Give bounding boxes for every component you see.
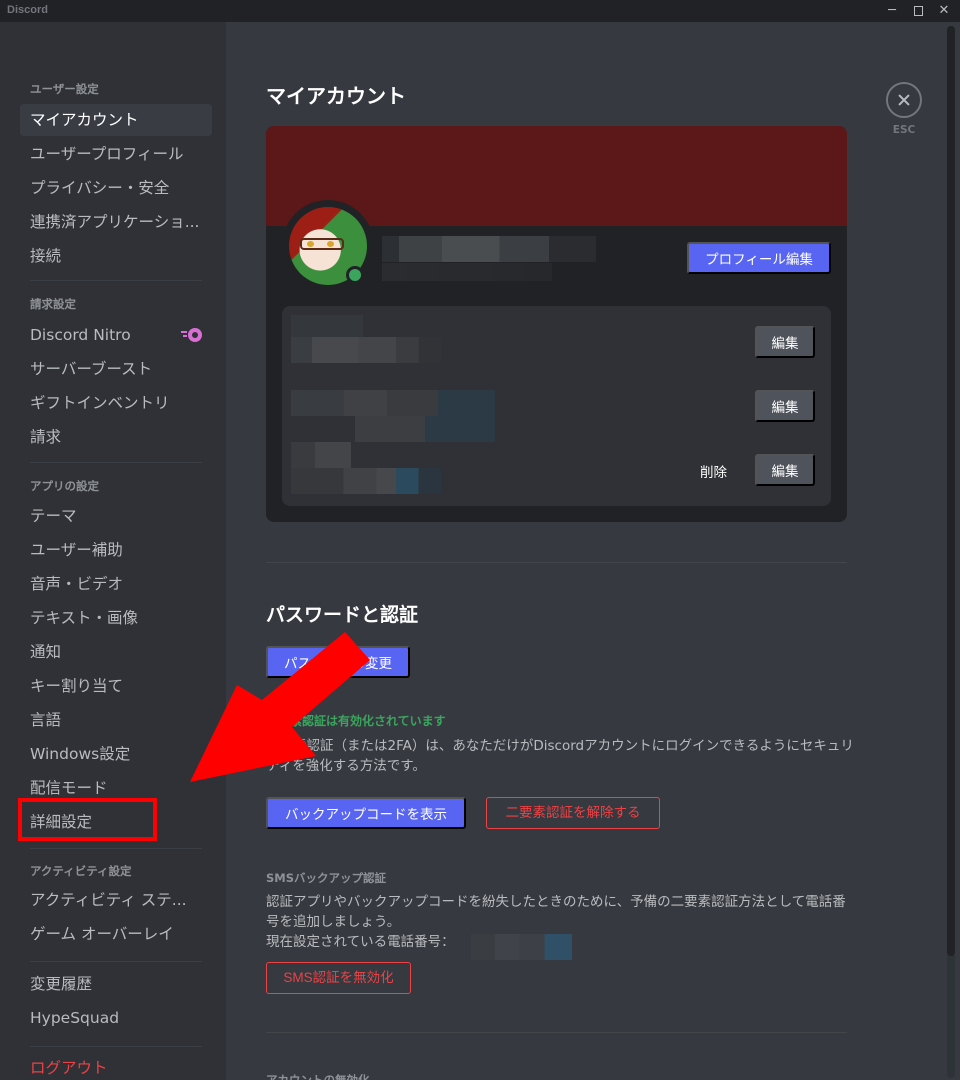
sidebar-item-discord-nitro[interactable]: Discord Nitro <box>20 319 212 351</box>
window-close-icon: ✕ <box>938 3 950 18</box>
sidebar-item-billing[interactable]: 請求 <box>20 421 212 453</box>
sidebar-header-app-settings: アプリの設定 <box>30 479 99 493</box>
sidebar-item-label: Discord Nitro <box>30 326 131 344</box>
sidebar-item-hypesquad[interactable]: HypeSquad <box>20 1002 212 1034</box>
edit-profile-button[interactable]: プロフィール編集 <box>687 242 831 274</box>
scrollbar-thumb[interactable] <box>947 26 955 956</box>
sidebar-header-activity-settings: アクティビティ設定 <box>30 864 132 878</box>
account-deactivation-title: アカウントの無効化 <box>266 1073 370 1080</box>
view-backup-codes-button[interactable]: バックアップコードを表示 <box>266 797 466 829</box>
phone-number-label: 現在設定されている電話番号： <box>266 934 455 950</box>
sidebar-item-theme[interactable]: テーマ <box>20 500 212 532</box>
sidebar-divider <box>30 961 202 962</box>
sidebar-item-gift-inventory[interactable]: ギフトインベントリ <box>20 387 212 419</box>
delete-field-link[interactable]: 削除 <box>700 461 727 481</box>
minimize-button[interactable]: ─ <box>880 2 904 20</box>
window-close-button[interactable]: ✕ <box>932 2 956 20</box>
online-status-icon <box>346 266 364 284</box>
usertag-redacted <box>382 263 552 281</box>
edit-field-button[interactable]: 編集 <box>755 390 815 422</box>
phone-number-redacted <box>462 934 572 960</box>
sidebar-item-keybinds[interactable]: キー割り当て <box>20 670 212 702</box>
sms-backup-description: 認証アプリやバックアップコードを紛失したときのために、予備の二要素認証方法として… <box>266 894 846 930</box>
close-settings[interactable]: ESC <box>886 82 922 136</box>
sidebar-item-authorized-apps[interactable]: 連携済アプリケーショ... <box>20 206 212 238</box>
sidebar-header-user-settings: ユーザー設定 <box>30 82 99 96</box>
sidebar-item-language[interactable]: 言語 <box>20 704 212 736</box>
sidebar-item-text-images[interactable]: テキスト・画像 <box>20 602 212 634</box>
sidebar-item-windows-settings[interactable]: Windows設定 <box>20 738 212 770</box>
disable-sms-button[interactable]: SMS認証を無効化 <box>266 962 411 994</box>
sidebar-item-activity-status[interactable]: アクティビティ ステ... <box>20 884 212 916</box>
minimize-icon: ─ <box>888 3 896 18</box>
sidebar-divider <box>30 1046 202 1047</box>
sidebar-item-connections[interactable]: 接続 <box>20 240 212 272</box>
field-value-redacted <box>355 416 495 442</box>
sidebar-item-game-overlay[interactable]: ゲーム オーバーレイ <box>20 918 212 950</box>
sidebar-divider <box>30 462 202 463</box>
change-password-button[interactable]: パスワードの変更 <box>266 646 410 678</box>
sidebar-item-accessibility[interactable]: ユーザー補助 <box>20 534 212 566</box>
sidebar-item-logout[interactable]: ログアウト <box>20 1052 212 1080</box>
section-divider <box>266 562 847 563</box>
edit-field-button[interactable]: 編集 <box>755 326 815 358</box>
maximize-icon <box>913 5 923 16</box>
field-value-redacted <box>291 468 441 494</box>
sidebar-item-my-account[interactable]: マイアカウント <box>20 104 212 136</box>
tfa-enabled-status: 二要素認証は有効化されています <box>266 714 446 728</box>
password-section-title: パスワードと認証 <box>266 604 419 626</box>
sidebar-item-server-boost[interactable]: サーバーブースト <box>20 353 212 385</box>
profile-card: プロフィール編集 編集 編集 削除 編集 <box>266 126 847 522</box>
sidebar-header-billing: 請求設定 <box>30 297 76 311</box>
sms-backup-title: SMSバックアップ認証 <box>266 871 387 885</box>
remove-2fa-button[interactable]: 二要素認証を解除する <box>486 797 660 829</box>
page-title: マイアカウント <box>266 84 406 108</box>
field-value-redacted <box>291 337 441 363</box>
username-redacted <box>382 236 596 262</box>
field-label-redacted <box>291 442 351 468</box>
sidebar-item-user-profile[interactable]: ユーザープロフィール <box>20 138 212 170</box>
avatar-wrapper[interactable] <box>282 200 374 292</box>
account-info-panel: 編集 編集 削除 編集 <box>282 306 831 506</box>
tfa-description: 二要素認証（または2FA）は、あなただけがDiscordアカウントにログインでき… <box>266 738 854 774</box>
nitro-icon <box>181 328 202 342</box>
app-name: Discord <box>7 4 48 16</box>
maximize-button[interactable] <box>906 2 930 20</box>
settings-sidebar: ユーザー設定 マイアカウント ユーザープロフィール プライバシー・安全 連携済ア… <box>0 22 226 1080</box>
section-divider <box>266 1032 847 1033</box>
annotation-highlight-box <box>18 798 157 841</box>
sidebar-item-change-log[interactable]: 変更履歴 <box>20 968 212 1000</box>
close-icon[interactable] <box>886 82 922 118</box>
sidebar-item-voice-video[interactable]: 音声・ビデオ <box>20 568 212 600</box>
sidebar-divider <box>30 848 202 849</box>
window-titlebar: Discord ─ ✕ <box>0 0 960 22</box>
esc-label: ESC <box>892 124 916 136</box>
sidebar-divider <box>30 280 202 281</box>
field-label-redacted <box>291 315 363 337</box>
settings-content: マイアカウント ESC プロフィール編集 編集 編集 削除 編集 パスワードと認… <box>226 22 960 1080</box>
sidebar-item-notifications[interactable]: 通知 <box>20 636 212 668</box>
sidebar-item-privacy-safety[interactable]: プライバシー・安全 <box>20 172 212 204</box>
field-label-redacted <box>291 390 495 416</box>
edit-field-button[interactable]: 編集 <box>755 454 815 486</box>
